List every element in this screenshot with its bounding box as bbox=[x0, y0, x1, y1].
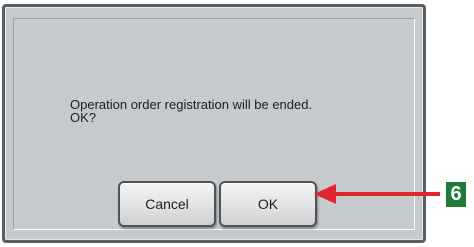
cancel-button[interactable]: Cancel bbox=[118, 181, 216, 227]
dialog-body: Operation order registration will be end… bbox=[13, 18, 415, 230]
confirmation-dialog: Operation order registration will be end… bbox=[2, 4, 426, 243]
message-line-1: Operation order registration will be end… bbox=[70, 97, 313, 112]
message-line-2: OK? bbox=[70, 110, 97, 125]
step-badge: 6 bbox=[446, 182, 466, 207]
dialog-message: Operation order registration will be end… bbox=[70, 98, 390, 124]
ok-button[interactable]: OK bbox=[219, 181, 317, 227]
